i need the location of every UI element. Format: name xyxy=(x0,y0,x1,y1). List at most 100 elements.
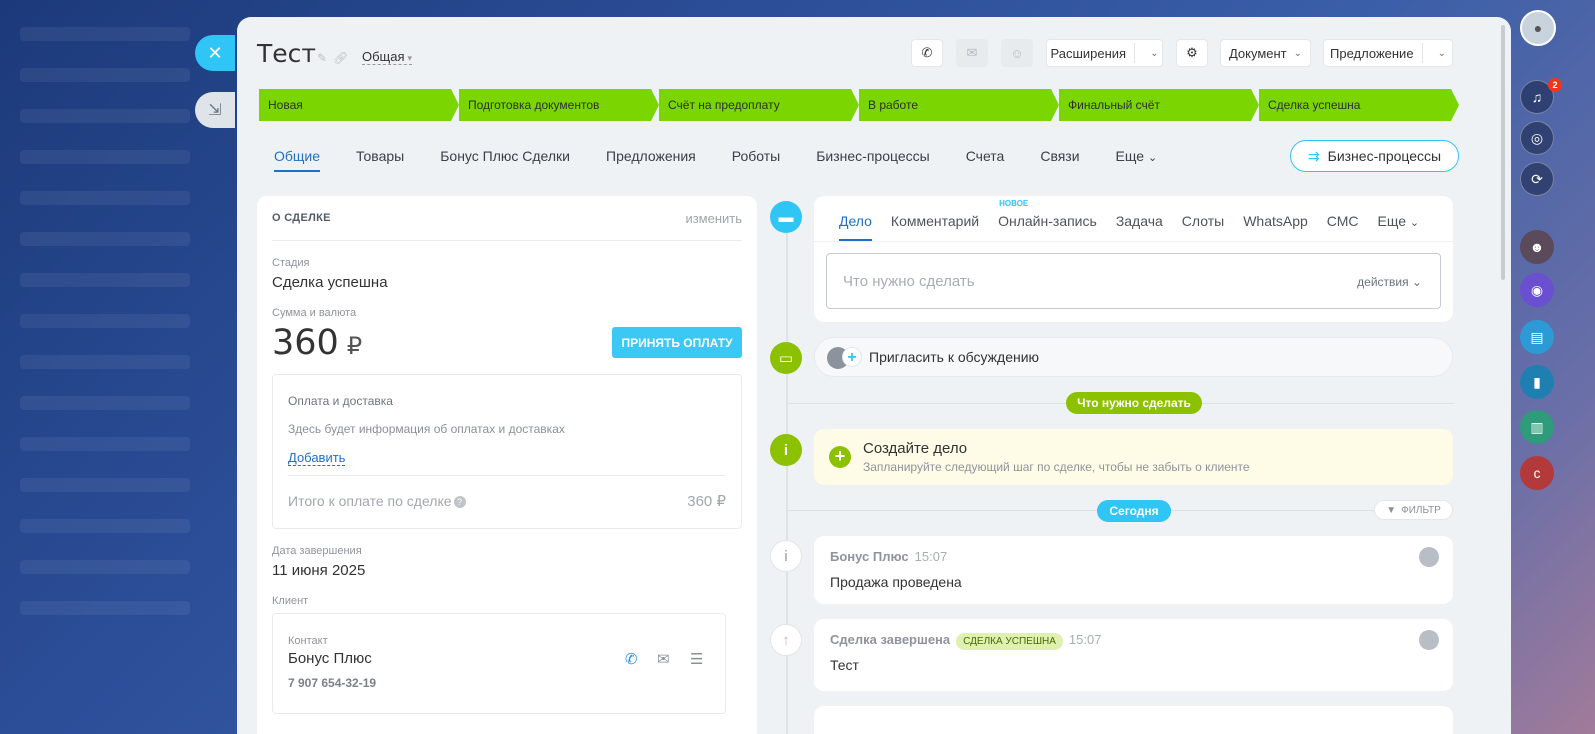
add-payment-link[interactable]: Добавить xyxy=(288,450,346,466)
deal-info-card: О СДЕЛКЕ изменить Стадия Сделка успешна … xyxy=(257,196,757,734)
stage-bar: Новая Подготовка документов Счёт на пред… xyxy=(259,89,1459,121)
actions-dropdown[interactable]: действия ⌄ xyxy=(1357,275,1422,289)
phone-icon[interactable]: ✆ xyxy=(625,650,638,668)
divider xyxy=(1421,43,1423,63)
document-icon: ▥ xyxy=(1530,418,1544,435)
mail-icon[interactable]: ✉ xyxy=(657,650,670,668)
flow-icon: ⇉ xyxy=(1307,147,1320,164)
total-label: Итого к оплате по сделке xyxy=(288,493,452,509)
chat-icon: ▤ xyxy=(1530,328,1544,345)
feed-item[interactable]: Сделка завершена СДЕЛКА УСПЕШНА 15:07 Тест xyxy=(814,619,1453,691)
mail-icon: ✉ xyxy=(966,45,978,60)
editor-tab-online-booking[interactable]: НОВОЕ Онлайн-запись xyxy=(998,199,1097,241)
chat-icon[interactable]: ☰ xyxy=(690,650,703,668)
notifications-count-badge: 2 xyxy=(1548,78,1562,92)
tab-proposals[interactable]: Предложения xyxy=(606,148,696,172)
settings-button[interactable]: ⚙ xyxy=(1176,39,1208,67)
chat-avatar-4[interactable]: ▮ xyxy=(1520,365,1554,399)
chat-avatar-6[interactable]: с xyxy=(1520,456,1554,490)
chat-avatar-3[interactable]: ▤ xyxy=(1520,320,1554,354)
section-title: О СДЕЛКЕ xyxy=(272,212,331,224)
feed-item-time: 15:07 xyxy=(914,549,948,564)
contact-phone[interactable]: 7 907 654-32-19 xyxy=(288,676,376,690)
extensions-button[interactable]: Расширения ⌄ xyxy=(1046,39,1163,67)
business-processes-button[interactable]: ⇉ Бизнес-процессы xyxy=(1290,140,1459,172)
chat-avatar-1[interactable]: ☻ xyxy=(1520,230,1554,264)
stage-field-value[interactable]: Сделка успешна xyxy=(272,274,388,291)
sync-button[interactable]: ⟳ xyxy=(1520,162,1554,196)
client-card: Контакт Бонус Плюс 7 907 654-32-19 ✆ ✉ ☰ xyxy=(272,613,726,714)
call-button[interactable]: ✆ xyxy=(911,39,943,67)
invite-to-discussion[interactable]: + Пригласить к обсуждению xyxy=(814,337,1453,377)
activity-editor: Дело Комментарий НОВОЕ Онлайн-запись Зада… xyxy=(814,196,1453,322)
tab-more-label: Еще xyxy=(1115,148,1145,164)
contact-name[interactable]: Бонус Плюс xyxy=(288,650,372,667)
feed-item-body: Тест xyxy=(830,657,859,673)
target-icon: ◎ xyxy=(1530,129,1544,146)
tab-more[interactable]: Еще ⌄ xyxy=(1116,148,1158,172)
user-photo-icon: ☻ xyxy=(1529,239,1545,255)
feed-item-author: Бонус Плюс xyxy=(830,549,909,564)
editor-tab-task[interactable]: Задача xyxy=(1116,213,1163,241)
chat-avatar-5[interactable]: ▥ xyxy=(1520,410,1554,444)
accept-payment-button[interactable]: ПРИНЯТЬ ОПЛАТУ xyxy=(612,327,742,358)
tab-general[interactable]: Общие xyxy=(274,148,321,172)
editor-tab-activity[interactable]: Дело xyxy=(839,213,872,241)
feed-item[interactable]: Бонус Плюс 15:07 Продажа проведена xyxy=(814,536,1453,604)
editor-tab-comment[interactable]: Комментарий xyxy=(891,213,979,241)
todo-input[interactable]: Что нужно сделать действия ⌄ xyxy=(826,253,1441,309)
actions-label: действия xyxy=(1357,275,1409,289)
close-slider-button[interactable]: ✕ xyxy=(195,35,235,71)
tab-products[interactable]: Товары xyxy=(356,148,404,172)
chevron-down-icon: ⌄ xyxy=(1150,47,1159,59)
tab-links[interactable]: Связи xyxy=(1040,148,1079,172)
plus-icon: + xyxy=(842,347,862,367)
document-button[interactable]: Документ ⌄ xyxy=(1220,39,1311,67)
editor-tab-sms[interactable]: СМС xyxy=(1327,213,1359,241)
proposal-label: Предложение xyxy=(1330,45,1414,61)
stage-prepay-invoice[interactable]: Счёт на предоплату xyxy=(659,89,859,121)
proposal-button[interactable]: Предложение ⌄ xyxy=(1323,39,1453,67)
close-icon: ✕ xyxy=(207,42,223,63)
create-activity-prompt[interactable]: + Создайте дело Запланируйте следующий ш… xyxy=(814,429,1453,485)
total-value: 360 ₽ xyxy=(687,493,726,510)
divider xyxy=(1134,43,1136,63)
minimize-slider-button[interactable]: ⇲ xyxy=(195,92,235,128)
tab-invoices[interactable]: Счета xyxy=(966,148,1005,172)
editor-tab-more[interactable]: Еще ⌄ xyxy=(1378,213,1420,241)
profile-avatar[interactable]: ● xyxy=(1520,10,1556,46)
stage-in-progress[interactable]: В работе xyxy=(859,89,1059,121)
create-activity-subtitle: Запланируйте следующий шаг по сделке, чт… xyxy=(863,460,1250,474)
chat-avatar-2[interactable]: ◉ xyxy=(1520,273,1554,307)
divider xyxy=(814,241,1453,242)
stage-docs[interactable]: Подготовка документов xyxy=(459,89,659,121)
chat-button[interactable]: ☺ xyxy=(1001,39,1033,67)
edit-section-link[interactable]: изменить xyxy=(685,211,742,226)
bell-icon: ♫ xyxy=(1531,89,1543,105)
stage-field-label: Стадия xyxy=(272,257,310,269)
amount-value[interactable]: 360 ₽ xyxy=(272,323,362,363)
payment-title: Оплата и доставка xyxy=(288,394,393,408)
panel-scrollbar[interactable] xyxy=(1501,25,1505,280)
filter-button[interactable]: ▼ ФИЛЬТР xyxy=(1374,500,1453,520)
feed-item-partial[interactable] xyxy=(814,706,1453,734)
help-icon[interactable]: ? xyxy=(453,496,466,509)
stage-won[interactable]: Сделка успешна xyxy=(1259,89,1459,121)
stage-new[interactable]: Новая xyxy=(259,89,459,121)
status-badge: СДЕЛКА УСПЕШНА xyxy=(956,633,1063,650)
category-selector[interactable]: Общая ▾ xyxy=(362,49,413,65)
radar-button[interactable]: ◎ xyxy=(1520,121,1554,155)
editor-tab-slots[interactable]: Слоты xyxy=(1182,213,1224,241)
deal-tabs: Общие Товары Бонус Плюс Сделки Предложен… xyxy=(274,148,1193,172)
tab-robots[interactable]: Роботы xyxy=(732,148,780,172)
close-date-value[interactable]: 11 июня 2025 xyxy=(272,562,365,579)
email-button[interactable]: ✉ xyxy=(956,39,988,67)
link-icon[interactable]: 🔗︎ xyxy=(333,51,354,65)
tab-business-processes[interactable]: Бизнес-процессы xyxy=(816,148,929,172)
edit-icon[interactable]: ✎ xyxy=(317,51,333,65)
tab-bonus-plus[interactable]: Бонус Плюс Сделки xyxy=(440,148,570,172)
editor-tab-whatsapp[interactable]: WhatsApp xyxy=(1243,213,1308,241)
today-pill: Сегодня xyxy=(1097,500,1171,522)
info-icon: i xyxy=(770,434,802,466)
stage-final-invoice[interactable]: Финальный счёт xyxy=(1059,89,1259,121)
